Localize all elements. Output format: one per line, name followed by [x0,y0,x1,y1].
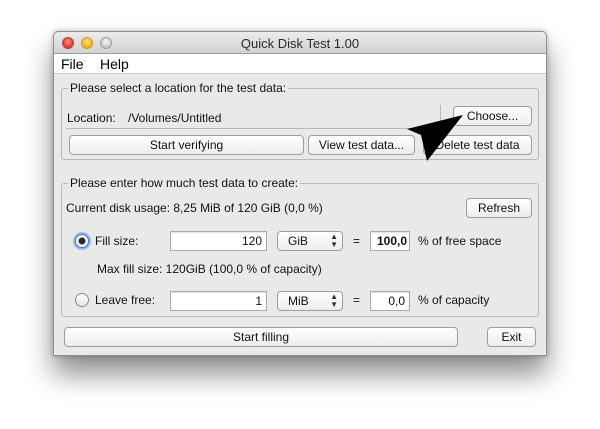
leave-percent-input[interactable]: 0,0 [370,291,410,311]
max-fill-text: Max fill size: 120GiB (100,0 % of capaci… [97,262,322,276]
start-filling-button[interactable]: Start filling [64,327,458,347]
stepper-arrows-icon: ▲ ▼ [330,232,338,249]
stepper-arrows-icon: ▲ ▼ [330,292,338,309]
location-group-legend: Please select a location for the test da… [68,81,289,95]
amount-group: Please enter how much test data to creat… [61,176,539,317]
leave-unit-value: MiB [288,294,309,308]
app-window: Quick Disk Test 1.00 File Help Please se… [53,31,547,356]
fill-unit-value: GiB [288,234,309,248]
menu-bar: File Help [54,54,546,74]
disk-usage-text: Current disk usage: 8,25 MiB of 120 GiB … [66,201,323,215]
pointer-arrow-icon [407,115,463,161]
fill-size-radio[interactable] [75,234,89,248]
refresh-button[interactable]: Refresh [466,198,532,218]
fill-size-label: Fill size: [95,234,139,248]
menu-help[interactable]: Help [100,56,129,72]
location-path: /Volumes/Untitled [128,111,222,125]
window-title: Quick Disk Test 1.00 [240,36,360,51]
leave-percent-suffix: % of capacity [418,293,490,307]
exit-button[interactable]: Exit [487,327,536,347]
location-label: Location: [67,111,116,125]
menu-file[interactable]: File [61,56,84,72]
leave-free-radio[interactable] [75,293,89,307]
leave-free-input[interactable]: 1 [170,291,267,311]
fill-unit-select[interactable]: GiB ▲ ▼ [277,231,343,251]
leave-unit-select[interactable]: MiB ▲ ▼ [277,291,343,311]
view-test-data-button[interactable]: View test data... [308,135,415,155]
title-bar[interactable]: Quick Disk Test 1.00 [54,32,546,54]
fill-percent-input[interactable]: 100,0 [370,231,410,251]
leave-equals: = [353,293,361,307]
start-verifying-button[interactable]: Start verifying [69,135,304,155]
leave-free-label: Leave free: [95,293,156,307]
amount-group-legend: Please enter how much test data to creat… [68,176,301,190]
fill-percent-suffix: % of free space [418,234,502,248]
location-display: Location: /Volumes/Untitled [66,105,441,129]
location-group: Please select a location for the test da… [61,81,539,160]
fill-equals: = [353,234,361,248]
fill-size-input[interactable]: 120 [170,231,267,251]
